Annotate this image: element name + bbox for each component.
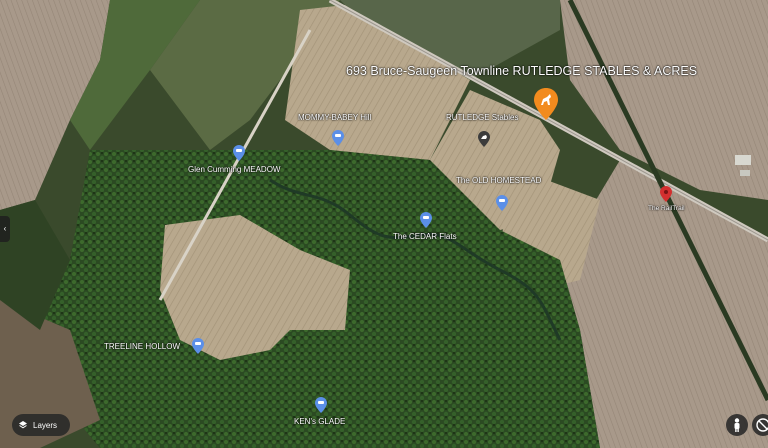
place-label-kens-glade: KEN's GLADE [294,417,346,426]
map-title: 693 Bruce-Saugeen Townline RUTLEDGE STAB… [346,64,698,78]
pegman-icon [734,418,740,432]
place-marker-icon [332,130,344,146]
place-label-mommy-babey-hill: MOMMY-BABEY Hill [298,113,372,122]
place-label-rutledge-stables: RUTLEDGE Stables [446,113,519,122]
red-pin-icon [660,186,672,202]
place-pin-cedar-flats[interactable] [420,212,432,228]
compass-icon [756,418,768,432]
place-pin-mommy-babey-hill[interactable] [332,130,344,146]
place-label-treeline-hollow: TREELINE HOLLOW [104,342,181,351]
layers-label: Layers [33,420,58,430]
rutledge-stables-main-pin[interactable] [534,88,558,120]
place-pin-railtrail[interactable] [660,186,672,202]
place-marker-icon [315,397,327,413]
compass-button[interactable] [752,414,768,436]
satellite-map[interactable]: 693 Bruce-Saugeen Townline RUTLEDGE STAB… [0,0,768,448]
place-marker-icon [192,338,204,354]
place-marker-icon [496,195,508,211]
place-pin-treeline-hollow[interactable] [192,338,204,354]
expand-panel-button[interactable]: ‹ [0,216,10,242]
layers-button[interactable]: Layers [12,414,70,436]
street-view-button[interactable] [726,414,748,436]
layers-icon [19,421,27,429]
place-label-old-homestead: The OLD HOMESTEAD [456,176,542,185]
place-label-railtrail: The RailTrail [648,205,685,212]
place-pin-kens-glade[interactable] [315,397,327,413]
place-label-cedar-flats: The CEDAR Flats [393,232,457,241]
place-pin-rutledge-stables[interactable] [478,131,490,147]
place-marker-icon [420,212,432,228]
chevron-left-icon: ‹ [3,224,7,233]
horse-marker-icon [534,88,558,120]
stable-marker-icon [478,131,490,147]
place-pin-glen-cumming-meadow[interactable] [233,145,245,161]
place-pin-old-homestead[interactable] [496,195,508,211]
place-marker-icon [233,145,245,161]
place-label-glen-cumming-meadow: Glen Cumming MEADOW [188,165,281,174]
